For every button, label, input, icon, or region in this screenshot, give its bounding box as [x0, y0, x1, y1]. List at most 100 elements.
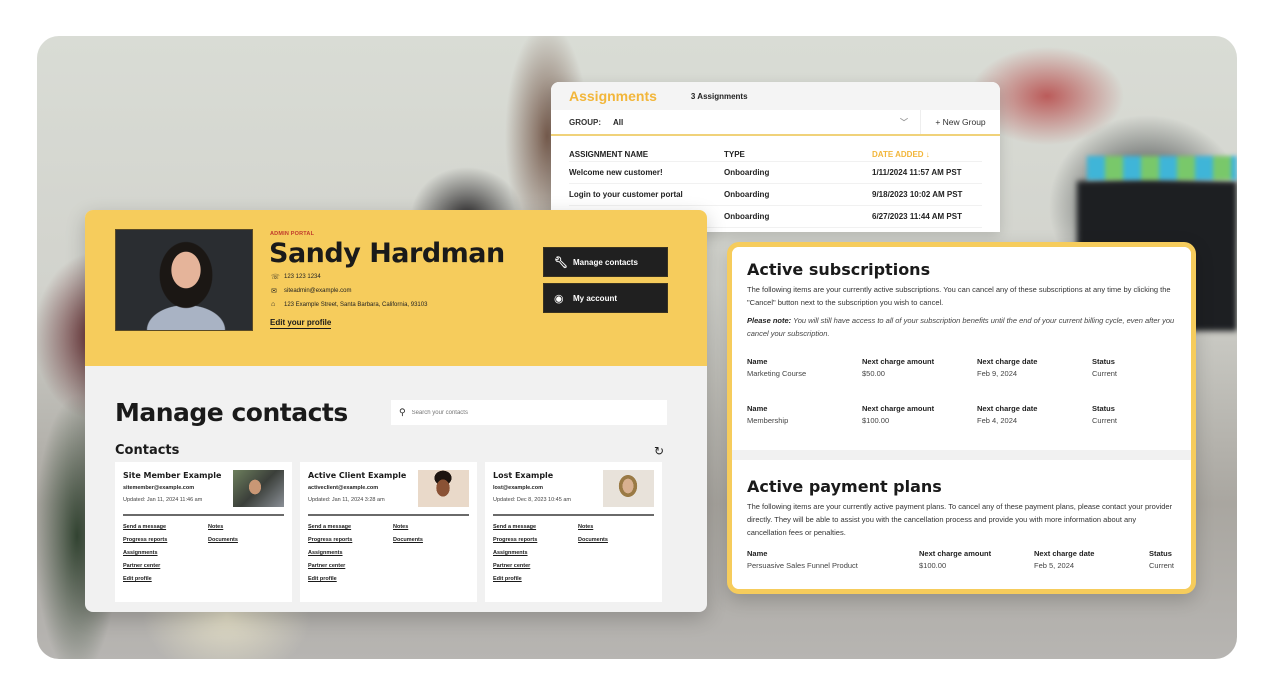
assignment-type: Onboarding	[724, 212, 770, 221]
assignments-link[interactable]: Assignments	[123, 550, 208, 556]
empty-cell	[208, 563, 283, 569]
documents-link[interactable]: Documents	[578, 537, 653, 543]
header-name: Name	[747, 357, 768, 366]
column-header-type[interactable]: TYPE	[724, 150, 872, 159]
admin-portal-label: ADMIN PORTAL	[270, 231, 315, 237]
subscriptions-panel: Active subscriptions The following items…	[727, 242, 1196, 594]
divider	[493, 514, 654, 516]
edit-profile-link[interactable]: Edit profile	[123, 576, 208, 582]
divider	[308, 514, 469, 516]
profile-name: Sandy Hardman	[269, 238, 505, 269]
edit-profile-link[interactable]: Edit your profile	[270, 318, 332, 329]
plan-amount: $100.00	[919, 561, 947, 570]
contact-cards: Site Member Example sitemember@example.c…	[115, 462, 662, 602]
subscription-amount: $100.00	[862, 416, 890, 425]
contact-photo	[233, 470, 284, 507]
contact-photo	[418, 470, 469, 507]
contacts-heading: Contacts	[115, 443, 180, 458]
contact-photo	[603, 470, 654, 507]
notes-link[interactable]: Notes	[393, 524, 468, 530]
assignments-count: 3 Assignments	[690, 91, 748, 101]
search-input[interactable]	[411, 409, 667, 416]
assignments-link[interactable]: Assignments	[308, 550, 393, 556]
active-payment-plans-section: Active payment plans The following items…	[732, 460, 1191, 589]
contact-links: Send a message Notes Progress reports Do…	[308, 524, 468, 582]
assignment-name: Welcome new customer!	[569, 168, 663, 177]
user-circle-icon: ◉	[554, 292, 564, 305]
refresh-icon[interactable]: ↻	[654, 444, 664, 458]
profile-header: ADMIN PORTAL Sandy Hardman ☏ 123 123 123…	[85, 210, 707, 366]
subscriptions-description: The following items are your currently a…	[747, 285, 1171, 307]
new-group-button[interactable]: + New Group	[920, 110, 1000, 134]
header-amount: Next charge amount	[862, 404, 935, 413]
progress-reports-link[interactable]: Progress reports	[308, 537, 393, 543]
envelope-icon: ✉	[271, 288, 277, 295]
partner-center-link[interactable]: Partner center	[308, 563, 393, 569]
chevron-down-icon[interactable]: ﹀	[900, 117, 920, 128]
empty-cell	[393, 550, 468, 556]
send-message-link[interactable]: Send a message	[493, 524, 578, 530]
empty-cell	[578, 563, 653, 569]
assignment-type: Onboarding	[724, 168, 770, 177]
progress-reports-link[interactable]: Progress reports	[493, 537, 578, 543]
manage-contacts-button[interactable]: 🔧︎ Manage contacts	[543, 247, 668, 277]
divider	[123, 514, 284, 516]
header-amount: Next charge amount	[919, 549, 992, 558]
table-row[interactable]: Welcome new customer! Onboarding 1/11/20…	[569, 162, 982, 184]
assignment-date: 6/27/2023 11:44 AM PST	[872, 212, 962, 221]
edit-profile-link[interactable]: Edit profile	[493, 576, 578, 582]
subscription-row: Name Marketing Course Next charge amount $…	[747, 357, 1176, 378]
profile-photo	[115, 229, 253, 331]
contact-links: Send a message Notes Progress reports Do…	[493, 524, 653, 582]
header-date: Next charge date	[977, 404, 1038, 413]
assignments-header: Assignments 3 Assignments	[551, 82, 1000, 110]
column-header-date-added[interactable]: DATE ADDED ↓	[872, 150, 982, 159]
documents-link[interactable]: Documents	[393, 537, 468, 543]
contact-search[interactable]: ⚲	[391, 400, 667, 425]
payment-plan-row: Name Persuasive Sales Funnel Product Next…	[747, 549, 1176, 570]
group-select[interactable]: All	[613, 118, 900, 127]
empty-cell	[393, 563, 468, 569]
group-filter[interactable]: GROUP: All ﹀ + New Group	[551, 110, 1000, 136]
progress-reports-link[interactable]: Progress reports	[123, 537, 208, 543]
subscriptions-note: Please note: You will still have access …	[747, 314, 1176, 340]
assignment-type: Onboarding	[724, 190, 770, 199]
email-text: siteadmin@example.com	[284, 288, 352, 294]
notes-link[interactable]: Notes	[208, 524, 283, 530]
partner-center-link[interactable]: Partner center	[123, 563, 208, 569]
partner-center-link[interactable]: Partner center	[493, 563, 578, 569]
note-text: You will still have access to all of you…	[747, 316, 1175, 338]
my-account-label: My account	[573, 293, 618, 303]
column-header-name[interactable]: ASSIGNMENT NAME	[569, 150, 724, 159]
header-date: Next charge date	[977, 357, 1038, 366]
notes-link[interactable]: Notes	[578, 524, 653, 530]
profile-email: ✉ siteadmin@example.com	[271, 287, 351, 295]
subscription-status: Current	[1092, 369, 1118, 378]
edit-profile-link[interactable]: Edit profile	[308, 576, 393, 582]
group-label: GROUP:	[569, 117, 601, 127]
subscription-date: Feb 4, 2024	[977, 416, 1018, 425]
phone-text: 123 123 1234	[284, 274, 321, 280]
profile-phone: ☏ 123 123 1234	[271, 273, 321, 281]
contact-card: Active Client Example activeclient@examp…	[300, 462, 477, 602]
contact-links: Send a message Notes Progress reports Do…	[123, 524, 283, 582]
my-account-button[interactable]: ◉ My account	[543, 283, 668, 313]
documents-link[interactable]: Documents	[208, 537, 283, 543]
header-status: Status	[1092, 404, 1115, 413]
assignment-name: Login to your customer portal	[569, 190, 683, 199]
header-name: Name	[747, 549, 768, 558]
send-message-link[interactable]: Send a message	[123, 524, 208, 530]
subscription-date: Feb 9, 2024	[977, 369, 1018, 378]
empty-cell	[208, 550, 283, 556]
send-message-link[interactable]: Send a message	[308, 524, 393, 530]
header-date: Next charge date	[1034, 549, 1095, 558]
subscription-name: Marketing Course	[747, 369, 807, 378]
payment-plans-title: Active payment plans	[747, 477, 942, 496]
payment-plans-description: The following items are your currently a…	[747, 502, 1173, 537]
table-row[interactable]: Login to your customer portal Onboarding…	[569, 184, 982, 206]
table-header: ASSIGNMENT NAME TYPE DATE ADDED ↓	[569, 148, 982, 162]
contact-card: Site Member Example sitemember@example.c…	[115, 462, 292, 602]
assignment-date: 9/18/2023 10:02 AM PST	[872, 190, 963, 199]
address-text: 123 Example Street, Santa Barbara, Calif…	[284, 301, 428, 308]
assignments-link[interactable]: Assignments	[493, 550, 578, 556]
